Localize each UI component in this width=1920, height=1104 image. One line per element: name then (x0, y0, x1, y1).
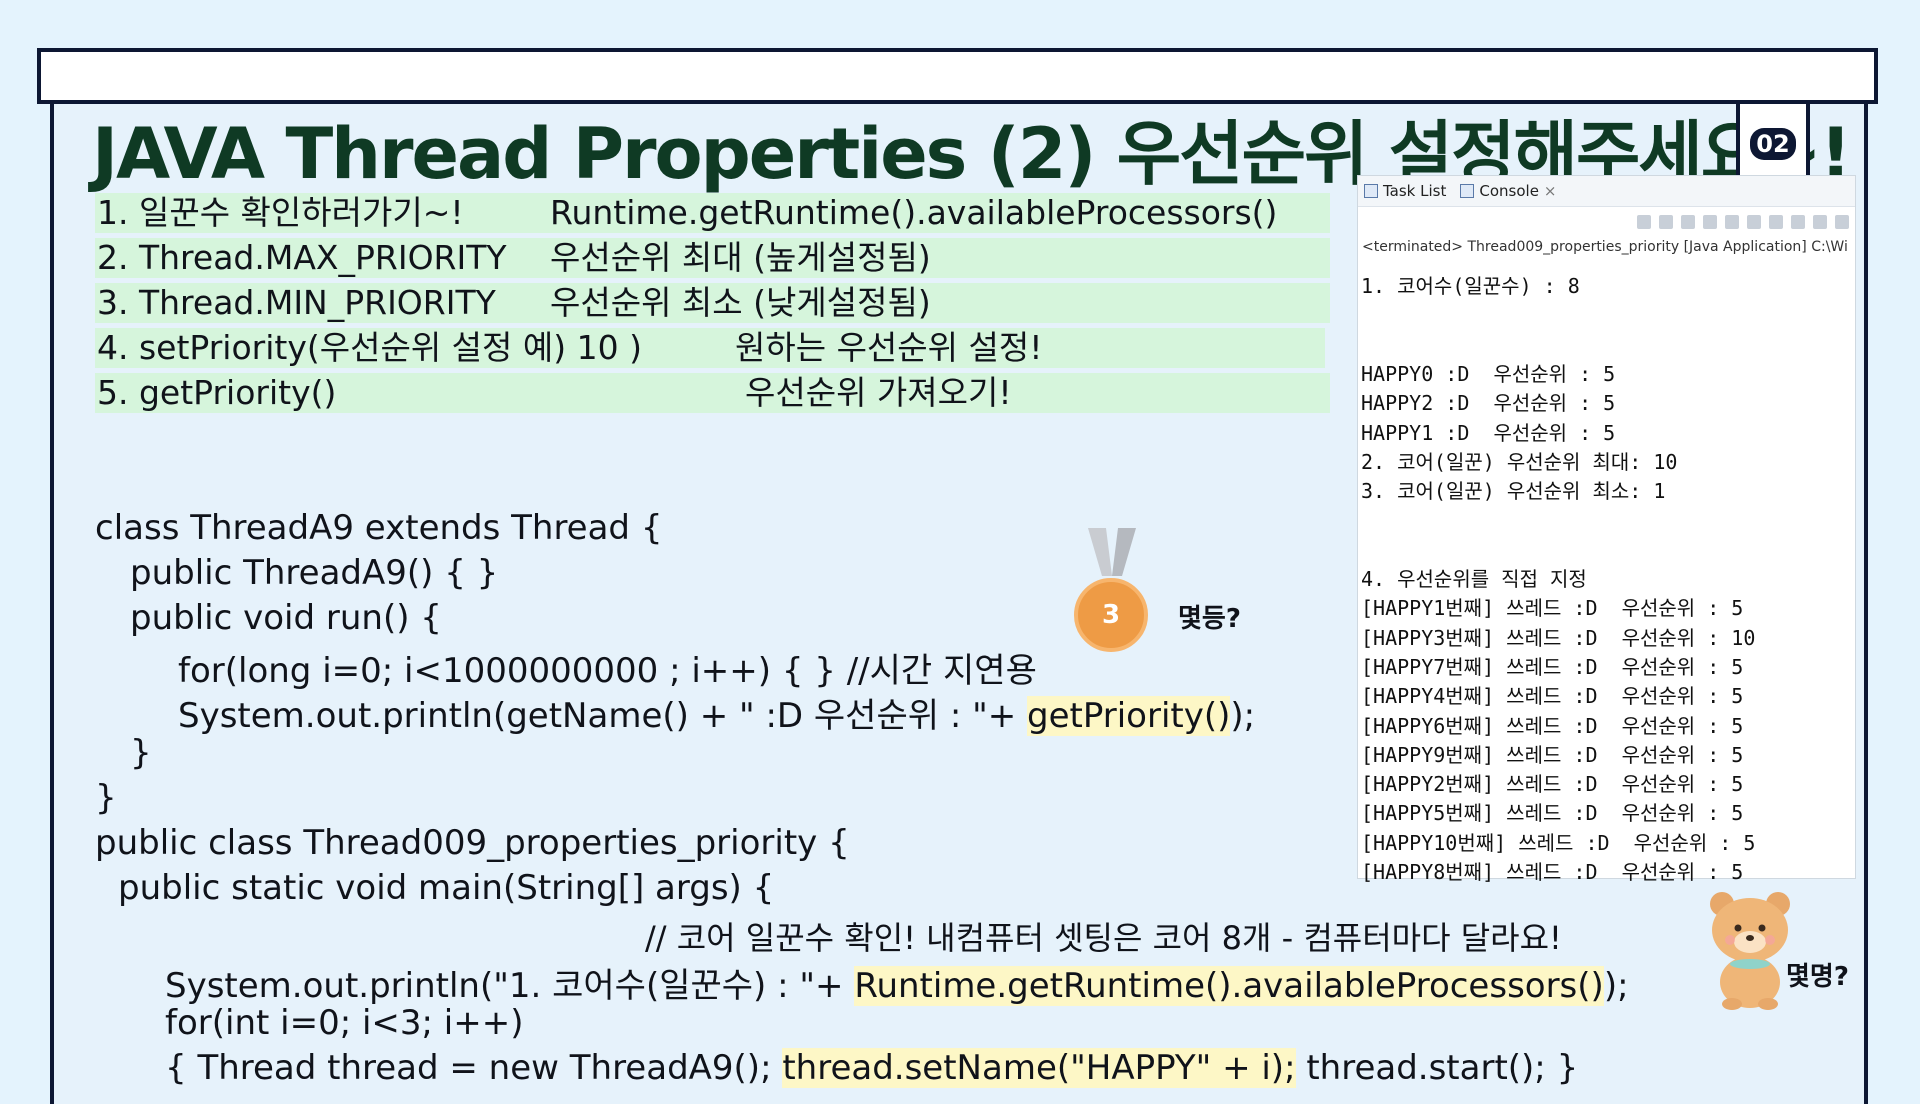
console-toolbar (1358, 207, 1855, 237)
bronze-medal-icon: 3 (1074, 578, 1148, 652)
console-line: HAPPY0 :D 우선순위 : 5 (1361, 361, 1616, 386)
task-list-icon (1364, 184, 1378, 198)
code-line: public class Thread009_properties_priori… (95, 823, 850, 863)
code-highlight: Runtime.getRuntime().availableProcessors… (854, 966, 1604, 1006)
console-line: [HAPPY6번째] 쓰레드 :D 우선순위 : 5 (1361, 713, 1744, 738)
console-line: 1. 코어수(일꾼수) : 8 (1361, 274, 1580, 298)
list-item-label: 4. setPriority(우선순위 설정 예) 10 ) (97, 328, 642, 367)
console-line: [HAPPY4번째] 쓰레드 :D 우선순위 : 5 (1361, 684, 1744, 709)
code-line: class ThreadA9 extends Thread { (95, 508, 663, 548)
code-line: for(int i=0; i<3; i++) (165, 1003, 524, 1043)
code-line: for(long i=0; i<1000000000 ; i++) { } //… (178, 651, 1037, 691)
console-line: [HAPPY7번째] 쓰레드 :D 우선순위 : 5 (1361, 654, 1744, 679)
console-line: [HAPPY1번째] 쓰레드 :D 우선순위 : 5 (1361, 596, 1744, 621)
code-highlight: getPriority() (1027, 696, 1231, 736)
console-line: [HAPPY8번째] 쓰레드 :D 우선순위 : 5 (1361, 860, 1744, 884)
show-on-error-icon[interactable] (1791, 215, 1805, 229)
console-line: [HAPPY5번째] 쓰레드 :D 우선순위 : 5 (1361, 801, 1744, 826)
list-item-label: 3. Thread.MIN_PRIORITY (97, 283, 496, 322)
list-item: 4. setPriority(우선순위 설정 예) 10 ) 원하는 우선순위 … (95, 328, 1325, 368)
console-tab-bar: Task List Console × (1358, 176, 1855, 207)
word-wrap-icon[interactable] (1747, 215, 1761, 229)
medal-ribbon-icon (1088, 528, 1136, 576)
code-text: ); (1230, 696, 1256, 736)
list-item-desc: 우선순위 최소 (낮게설정됨) (550, 283, 931, 322)
tab-task-list[interactable]: Task List (1364, 182, 1446, 200)
clear-console-icon[interactable] (1703, 215, 1717, 229)
top-bar (37, 48, 1878, 104)
code-comment: // 코어 일꾼수 확인! 내컴퓨터 셋팅은 코어 8개 - 컴퓨터마다 달라요… (645, 919, 1562, 957)
list-item: 2. Thread.MAX_PRIORITY 우선순위 최대 (높게설정됨) (95, 238, 1330, 278)
console-line: [HAPPY9번째] 쓰레드 :D 우선순위 : 5 (1361, 742, 1744, 767)
code-text: { Thread thread = new ThreadA9(); (165, 1048, 783, 1088)
show-on-output-icon[interactable] (1769, 215, 1783, 229)
list-item: 5. getPriority() 우선순위 가져오기! (95, 373, 1330, 413)
scroll-lock-icon[interactable] (1725, 215, 1739, 229)
list-item-desc: Runtime.getRuntime().availableProcessors… (550, 193, 1278, 232)
tab-label: Task List (1383, 182, 1447, 200)
code-text: System.out.println(getName() + " :D 우선순위… (178, 696, 1028, 736)
console-line: HAPPY1 :D 우선순위 : 5 (1361, 420, 1616, 445)
code-line: public static void main(String[] args) { (118, 868, 775, 908)
list-item: 3. Thread.MIN_PRIORITY 우선순위 최소 (낮게설정됨) (95, 283, 1330, 323)
terminate-icon[interactable] (1637, 215, 1651, 229)
medal-number: 3 (1101, 600, 1121, 630)
bear-mascot-icon (1710, 892, 1790, 1010)
page-number: 02 (1750, 128, 1796, 160)
console-icon (1460, 184, 1475, 198)
code-line: public void run() { (130, 598, 442, 638)
list-item-desc: 원하는 우선순위 설정! (735, 328, 1043, 367)
question-count: 몇명? (1786, 962, 1849, 992)
console-line: 2. 코어(일꾼) 우선순위 최대: 10 (1361, 449, 1678, 474)
code-text: System.out.println("1. 코어수(일꾼수) : "+ (165, 966, 855, 1006)
tab-label: Console (1479, 182, 1539, 200)
console-line: [HAPPY10번째] 쓰레드 :D 우선순위 : 5 (1361, 830, 1756, 855)
list-item-label: 2. Thread.MAX_PRIORITY (97, 238, 507, 277)
question-rank: 몇등? (1178, 604, 1241, 634)
console-line: HAPPY2 :D 우선순위 : 5 (1361, 391, 1616, 416)
code-line: System.out.println(getName() + " :D 우선순위… (178, 688, 1255, 737)
tab-console[interactable]: Console × (1460, 182, 1557, 200)
code-line: { Thread thread = new ThreadA9(); thread… (165, 1048, 1578, 1088)
console-panel: Task List Console × <terminated> Thread00… (1357, 175, 1856, 884)
list-item-label: 1. 일꾼수 확인하러가기~! (97, 193, 464, 232)
console-line: [HAPPY2번째] 쓰레드 :D 우선순위 : 5 (1361, 772, 1744, 797)
console-line: 3. 코어(일꾼) 우선순위 최소: 1 (1361, 479, 1666, 504)
code-line: } (130, 733, 152, 773)
pin-console-icon[interactable] (1813, 215, 1827, 229)
code-line: System.out.println("1. 코어수(일꾼수) : "+ Run… (165, 958, 1629, 1007)
console-line: [HAPPY3번째] 쓰레드 :D 우선순위 : 10 (1361, 625, 1756, 650)
remove-launch-icon[interactable] (1659, 215, 1673, 229)
code-text: ); (1603, 966, 1629, 1006)
code-highlight: thread.setName("HAPPY" + i); (782, 1048, 1296, 1088)
list-item-label: 5. getPriority() (97, 373, 337, 412)
code-line: } (95, 778, 117, 818)
console-line: 4. 우선순위를 직접 지정 (1361, 567, 1587, 591)
list-item-desc: 우선순위 가져오기! (745, 373, 1012, 412)
terminated-label: <terminated> Thread009_properties_priori… (1362, 239, 1848, 255)
display-console-icon[interactable] (1835, 215, 1849, 229)
list-item-desc: 우선순위 최대 (높게설정됨) (550, 238, 931, 277)
close-icon[interactable]: × (1544, 182, 1557, 200)
code-line: public ThreadA9() { } (130, 553, 499, 593)
list-item: 1. 일꾼수 확인하러가기~! Runtime.getRuntime().ava… (95, 193, 1330, 233)
remove-all-icon[interactable] (1681, 215, 1695, 229)
code-text: thread.start(); } (1295, 1048, 1579, 1088)
